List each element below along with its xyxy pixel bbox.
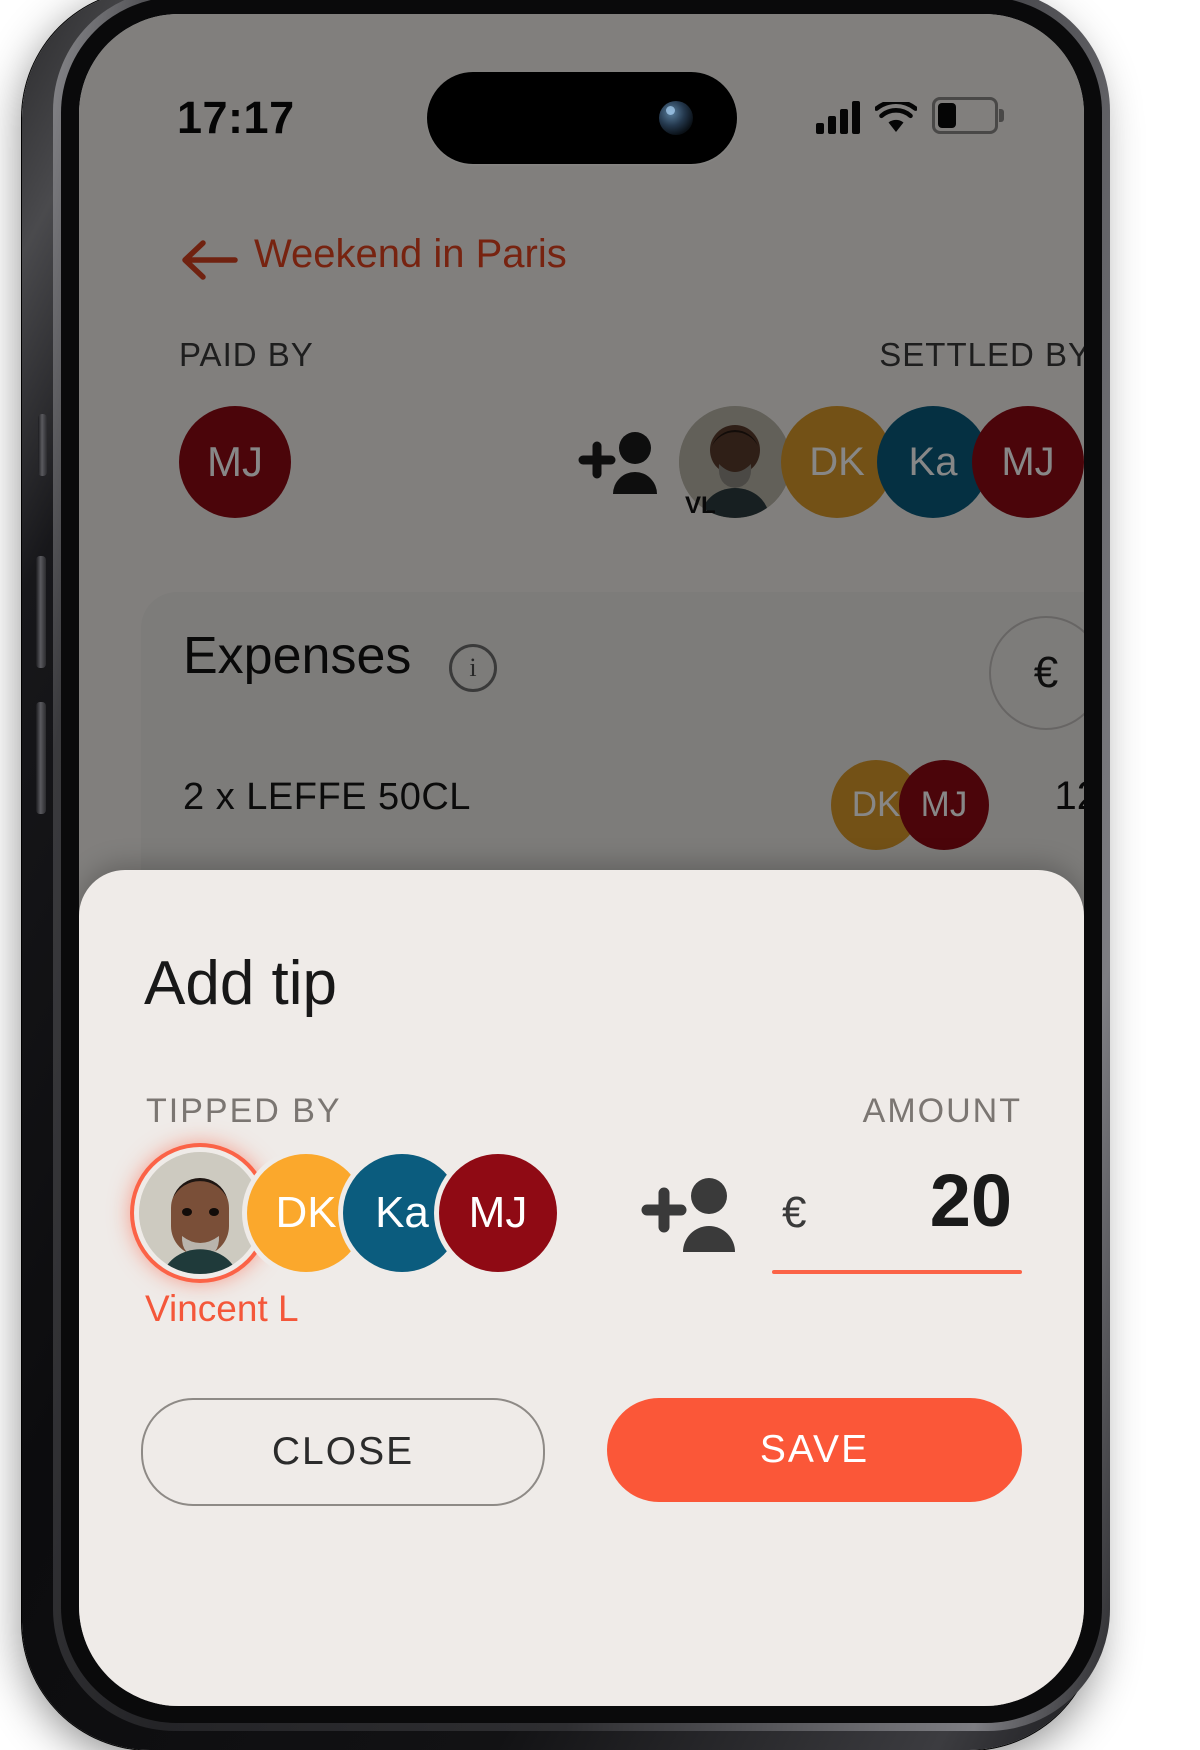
tipped-by-avatars: DK Ka MJ [139, 1152, 609, 1274]
wifi-icon [874, 99, 918, 134]
expense-amount: 12 [1054, 774, 1085, 818]
settled-by-avatars: DK Ka MJ VL [679, 406, 1084, 519]
volume-down-button[interactable] [36, 702, 46, 814]
add-tip-sheet: Add tip TIPPED BY AMOUNT DK Ka MJ Vincen… [79, 870, 1084, 1706]
avatar-initials: MJ [207, 438, 263, 485]
expenses-title: Expenses [183, 627, 412, 685]
dynamic-island [426, 72, 737, 164]
amount-label: AMOUNT [862, 1092, 1022, 1130]
status-clock: 17:17 [177, 92, 295, 143]
status-indicators [816, 90, 1004, 134]
page-title: Weekend in Paris [254, 232, 567, 276]
avatar-initials: DK [809, 439, 865, 484]
close-button[interactable]: CLOSE [141, 1398, 545, 1506]
screenshot-stage: 17:17 Weekend in Paris PAID BY SETTLED B… [0, 0, 1200, 1750]
info-icon[interactable]: i [449, 644, 497, 692]
amount-value[interactable]: 20 [930, 1158, 1012, 1243]
back-arrow-icon[interactable] [179, 238, 239, 282]
selected-participant-name: Vincent L [145, 1288, 299, 1329]
settled-by-label: SETTLED BY [879, 336, 1084, 373]
volume-up-button[interactable] [36, 556, 46, 668]
sheet-title: Add tip [144, 949, 338, 1018]
add-person-icon[interactable] [577, 426, 661, 498]
avatar-initials: DK [851, 785, 901, 824]
avatar-initials: MJ [1001, 439, 1055, 484]
tip-avatar-vincent-l[interactable] [139, 1152, 261, 1274]
battery-icon [932, 97, 1004, 134]
currency-symbol: € [782, 1188, 807, 1237]
avatar-initials: MJ [920, 785, 968, 824]
cellular-signal-icon [816, 100, 860, 134]
avatar-initials: DK [275, 1188, 337, 1237]
amount-underline [772, 1270, 1022, 1274]
tip-avatar-mj[interactable]: MJ [439, 1154, 557, 1272]
add-person-icon[interactable] [641, 1172, 739, 1256]
avatar-initials: MJ [468, 1188, 528, 1237]
paid-by-label: PAID BY [179, 336, 314, 373]
participants-labels: PAID BY SETTLED BY [79, 336, 1084, 386]
settled-avatar-mj[interactable]: MJ [972, 406, 1084, 518]
tipped-by-label: TIPPED BY [146, 1092, 342, 1130]
front-camera-icon [658, 101, 693, 135]
avatar-initials: Ka [908, 439, 958, 484]
expense-name: 2 x LEFFE 50CL [183, 776, 471, 818]
paid-by-avatar-mj[interactable]: MJ [179, 406, 291, 518]
mute-switch[interactable] [38, 414, 47, 476]
phone-frame: 17:17 Weekend in Paris PAID BY SETTLED B… [22, 0, 1110, 1750]
expense-avatar-mj: MJ [899, 760, 989, 850]
expense-row[interactable]: 2 x LEFFE 50CL DK MJ 12 [141, 760, 1084, 860]
phone-screen: 17:17 Weekend in Paris PAID BY SETTLED B… [79, 14, 1084, 1706]
settled-avatar-caption: VL [685, 492, 716, 519]
amount-input[interactable]: € 20 [772, 1156, 1022, 1274]
avatar-initials: Ka [375, 1188, 429, 1237]
currency-chip[interactable]: € [989, 616, 1084, 730]
sheet-actions: CLOSE SAVE [141, 1398, 1022, 1506]
navigation-bar: Weekend in Paris [79, 214, 1084, 314]
expense-avatars: DK MJ [831, 760, 1011, 850]
save-button[interactable]: SAVE [607, 1398, 1022, 1502]
